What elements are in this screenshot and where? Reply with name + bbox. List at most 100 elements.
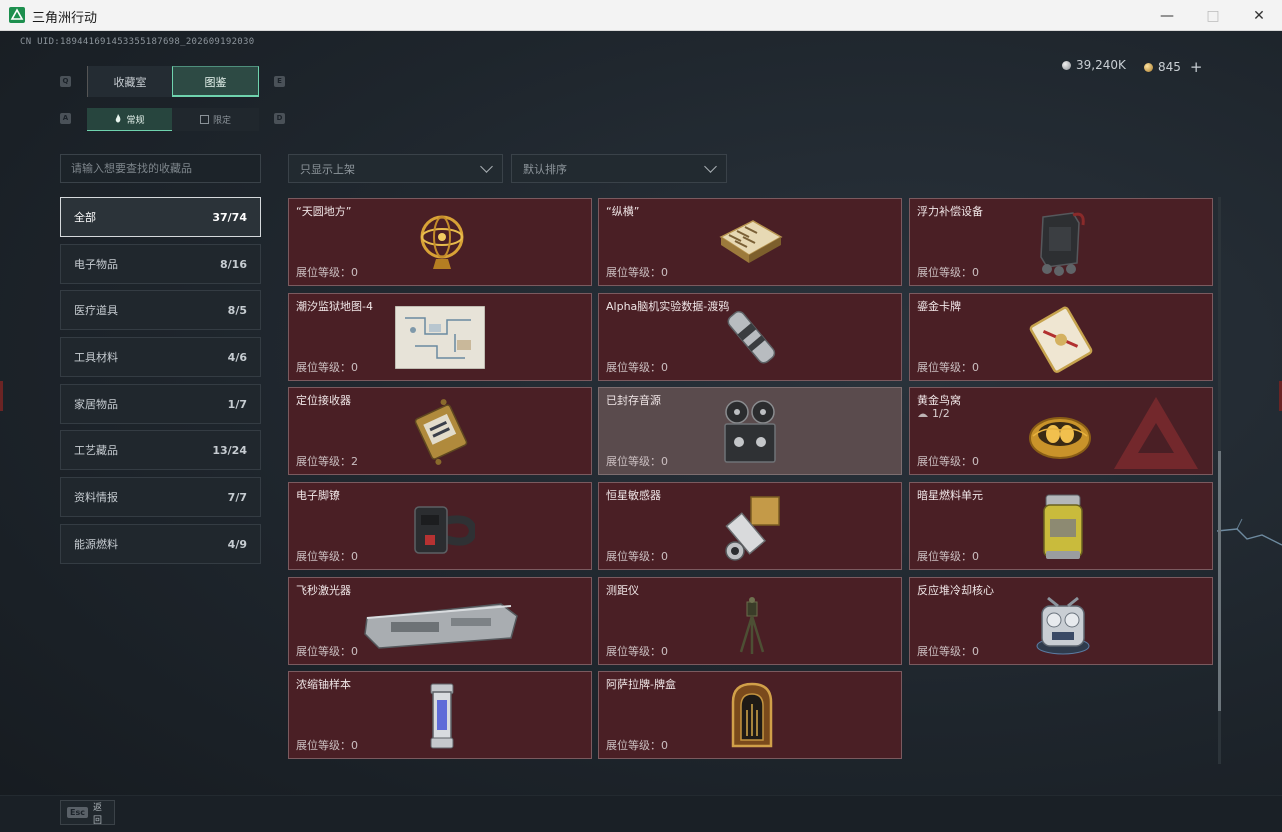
- category-label: 家居物品: [74, 398, 118, 411]
- item-card[interactable]: 浮力补偿设备 展位等级：0: [909, 198, 1213, 286]
- item-card[interactable]: 阿萨拉牌-牌盒 展位等级：0: [598, 671, 902, 759]
- sort-value: 默认排序: [523, 162, 567, 176]
- subtab-limited[interactable]: 限定: [172, 108, 259, 131]
- scrollbar-thumb[interactable]: [1218, 451, 1221, 711]
- item-level: 展位等级：0: [917, 266, 979, 279]
- item-card[interactable]: 测距仪 展位等级：0: [598, 577, 902, 665]
- item-card[interactable]: 浓缩铀样本 展位等级：0: [288, 671, 592, 759]
- item-name: “天圆地方”: [296, 205, 352, 218]
- item-name: 暗星燃料单元: [917, 489, 983, 502]
- category-label: 资料情报: [74, 491, 118, 504]
- item-level: 展位等级：0: [606, 550, 668, 563]
- silver-coin-icon: [1062, 60, 1071, 70]
- subtab-regular[interactable]: 常规: [87, 108, 172, 131]
- tab-label: 图鉴: [204, 75, 227, 89]
- tab-collection-room[interactable]: 收藏室: [87, 66, 172, 97]
- armillary-sphere-icon: [420, 215, 464, 269]
- fuel-cell-icon: [1043, 494, 1083, 559]
- category-label: 工具材料: [74, 351, 118, 364]
- buoyancy-device-icon: [1040, 212, 1085, 276]
- item-card[interactable]: 暗星燃料单元 展位等级：0: [909, 482, 1213, 570]
- item-level: 展位等级：0: [917, 645, 979, 658]
- item-card[interactable]: “天圆地方” 展位等级：0: [288, 198, 592, 286]
- chevron-down-icon: [480, 159, 493, 173]
- cnuid-text: CN UID:189441691453355187698_20260919203…: [20, 37, 255, 47]
- bottom-bar: [0, 795, 1282, 832]
- category-energy[interactable]: 能源燃料 4/9: [60, 524, 261, 564]
- tab-codex[interactable]: 图鉴: [172, 66, 259, 97]
- chessboard-icon: [719, 220, 783, 263]
- category-label: 医疗道具: [74, 304, 118, 317]
- item-card[interactable]: 潮汐监狱地图-4 展位等级：0: [288, 293, 592, 381]
- delta-logo-watermark-icon: [1114, 397, 1198, 469]
- receiver-icon: [414, 399, 468, 465]
- search-input[interactable]: [60, 154, 261, 183]
- item-name: 浓缩铀样本: [296, 678, 351, 691]
- category-count: 4/9: [227, 537, 247, 551]
- item-level: 展位等级：0: [606, 266, 668, 279]
- golden-nest-icon: [1029, 417, 1091, 459]
- silver-currency: 39,240K: [1062, 58, 1126, 72]
- key-a-hint-icon: A: [60, 113, 71, 124]
- item-name: 黄金鸟窝: [917, 394, 961, 407]
- item-level: 展位等级：0: [917, 455, 979, 468]
- shelf-filter-dropdown[interactable]: 只显示上架: [288, 154, 503, 183]
- category-tools[interactable]: 工具材料 4/6: [60, 337, 261, 377]
- category-intel[interactable]: 资料情报 7/7: [60, 477, 261, 517]
- item-name: 恒星敏感器: [606, 489, 661, 502]
- sort-dropdown[interactable]: 默认排序: [511, 154, 727, 183]
- gold-coin-icon: [1144, 62, 1153, 72]
- item-name: 飞秒激光器: [296, 584, 351, 597]
- category-count: 4/6: [227, 350, 247, 364]
- item-card[interactable]: Alpha脑机实验数据-渡鸦 展位等级：0: [598, 293, 902, 381]
- rangefinder-icon: [739, 597, 765, 654]
- item-level: 展位等级：0: [917, 361, 979, 374]
- item-level: 展位等级：0: [296, 739, 358, 752]
- category-count: 8/16: [220, 257, 247, 271]
- category-all[interactable]: 全部 37/74: [60, 197, 261, 237]
- category-electronics[interactable]: 电子物品 8/16: [60, 244, 261, 284]
- category-label: 能源燃料: [74, 538, 118, 551]
- item-level: 展位等级：0: [606, 361, 668, 374]
- window-title: 三角洲行动: [32, 11, 98, 26]
- back-button[interactable]: Esc 返回: [60, 800, 115, 826]
- key-e-hint-icon: E: [274, 76, 285, 87]
- item-card[interactable]: 定位接收器 展位等级：2: [288, 387, 592, 475]
- item-level: 展位等级：0: [296, 645, 358, 658]
- silver-amount: 39,240K: [1076, 58, 1126, 72]
- item-name: 定位接收器: [296, 394, 351, 407]
- category-count: 37/74: [212, 210, 247, 224]
- gold-card-icon: [1029, 306, 1093, 373]
- item-name: 鎏金卡牌: [917, 300, 961, 313]
- chevron-down-icon: [704, 159, 717, 173]
- map-icon: [395, 306, 485, 369]
- subtab-label: 常规: [126, 115, 145, 126]
- item-name: 潮汐监狱地图-4: [296, 300, 373, 313]
- item-card[interactable]: 反应堆冷却核心 展位等级：0: [909, 577, 1213, 665]
- window-titlebar: 三角洲行动 — □ ✕: [0, 0, 1282, 31]
- game-viewport: CN UID:189441691453355187698_20260919203…: [0, 31, 1282, 832]
- item-card[interactable]: 恒星敏感器 展位等级：0: [598, 482, 902, 570]
- item-level: 展位等级：0: [296, 361, 358, 374]
- gold-currency: 845 +: [1144, 58, 1202, 76]
- item-progress-text: 1/2: [932, 407, 950, 420]
- item-level: 展位等级：0: [606, 645, 668, 658]
- category-household[interactable]: 家居物品 1/7: [60, 384, 261, 424]
- category-crafts[interactable]: 工艺藏品 13/24: [60, 430, 261, 470]
- reel-recorder-icon: [724, 400, 776, 463]
- category-label: 全部: [74, 211, 96, 224]
- laser-box-icon: [364, 603, 518, 649]
- minimize-button[interactable]: —: [1144, 0, 1190, 31]
- item-card[interactable]: 已封存音源 展位等级：0: [598, 387, 902, 475]
- item-card[interactable]: 鎏金卡牌 展位等级：0: [909, 293, 1213, 381]
- item-name: Alpha脑机实验数据-渡鸦: [606, 300, 730, 313]
- item-card[interactable]: 电子脚镣 展位等级：0: [288, 482, 592, 570]
- item-card[interactable]: 飞秒激光器 展位等级：0: [288, 577, 592, 665]
- category-medical[interactable]: 医疗道具 8/5: [60, 290, 261, 330]
- item-card[interactable]: “纵横” 展位等级：0: [598, 198, 902, 286]
- card-box-icon: [731, 682, 773, 748]
- item-card[interactable]: 黄金鸟窝 1/2 展位等级：0: [909, 387, 1213, 475]
- close-button[interactable]: ✕: [1236, 0, 1282, 31]
- add-currency-button[interactable]: +: [1190, 58, 1203, 76]
- maximize-button[interactable]: □: [1190, 0, 1236, 31]
